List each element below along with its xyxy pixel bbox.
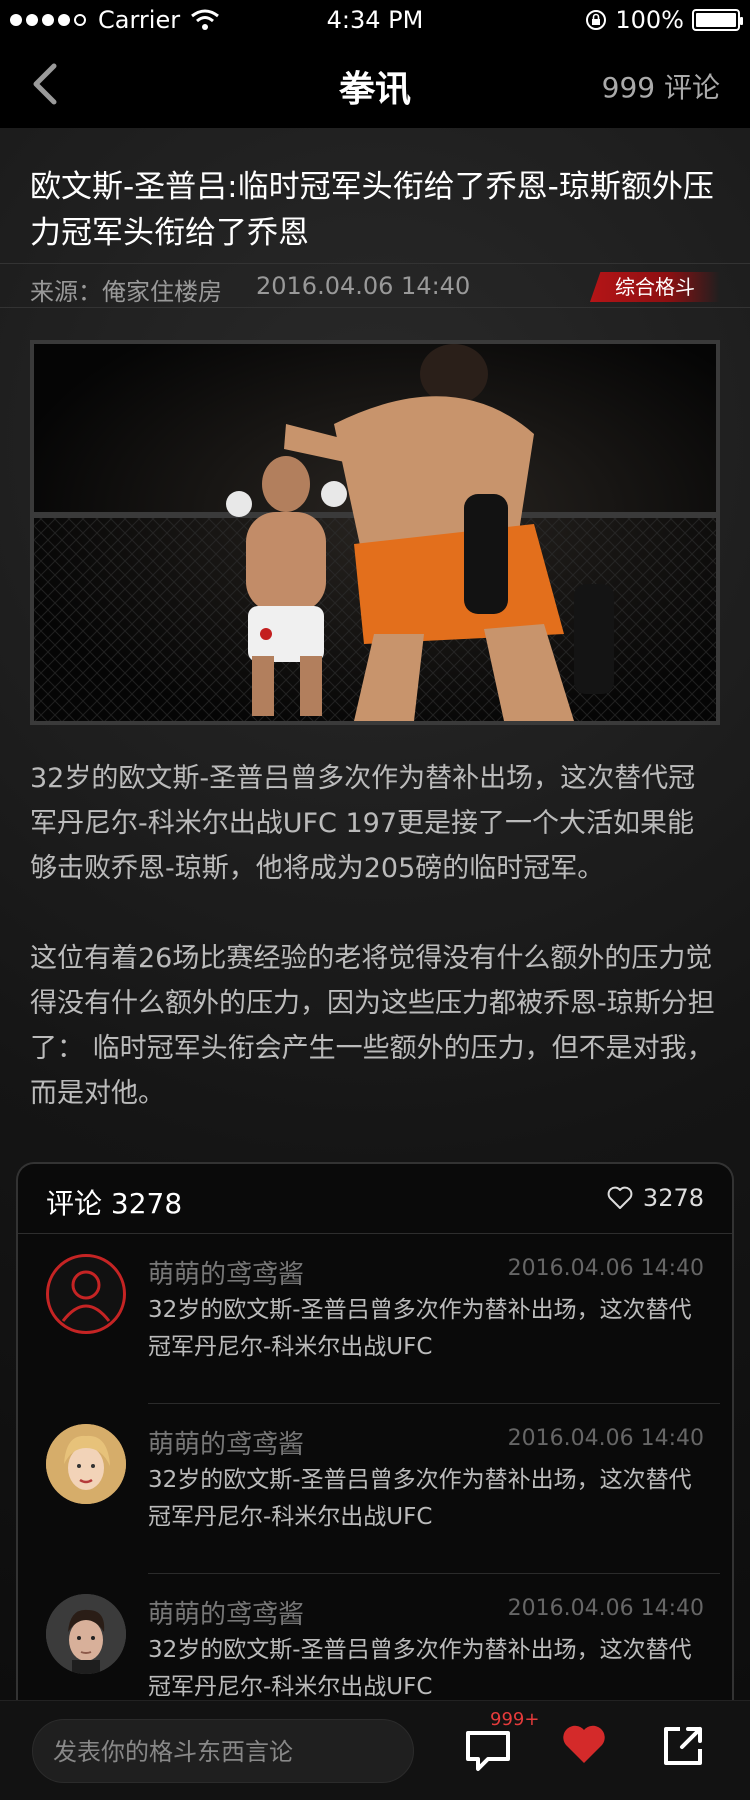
comments-title: 评论 3278 [46, 1187, 183, 1220]
battery-percent: 100% [615, 6, 684, 34]
nav-bar: 拳讯 999 评论 [0, 40, 750, 128]
article-paragraph-2: 这位有着26场比赛经验的老将觉得没有什么额外的压力觉得没有什么额外的压力，因为这… [30, 943, 715, 1109]
comment-author[interactable]: 萌萌的鸢鸢酱 [148, 1424, 304, 1461]
comment-count-link[interactable]: 999 评论 [602, 66, 720, 106]
comment-item[interactable]: 萌萌的鸢鸢酱 2016.04.06 14:40 32岁的欧文斯-圣普吕曾多次作为… [18, 1234, 732, 1404]
article-photo [30, 340, 720, 725]
rotation-lock-icon [586, 10, 607, 30]
comment-author[interactable]: 萌萌的鸢鸢酱 [148, 1594, 304, 1631]
share-icon[interactable] [660, 1723, 706, 1769]
heart-icon[interactable] [560, 1721, 608, 1769]
like-counter[interactable]: 3278 [607, 1184, 704, 1212]
article-meta: 来源：俺家住楼房 2016.04.06 14:40 综合格斗 [0, 263, 750, 308]
default-user-icon[interactable] [46, 1254, 126, 1334]
avatar[interactable] [46, 1594, 126, 1674]
article-date: 2016.04.06 14:40 [256, 272, 471, 300]
comment-item[interactable]: 萌萌的鸢鸢酱 2016.04.06 14:40 32岁的欧文斯-圣普吕曾多次作为… [18, 1404, 732, 1574]
battery-icon [692, 9, 743, 31]
like-count: 3278 [642, 1184, 704, 1212]
article-content: 欧文斯-圣普吕:临时冠军头衔给了乔恩-琼斯额外压力冠军头衔给了乔恩 来源：俺家住… [0, 128, 750, 1722]
comment-date: 2016.04.06 14:40 [507, 1596, 704, 1621]
comment-text: 32岁的欧文斯-圣普吕曾多次作为替补出场，这次替代冠军丹尼尔-科米尔出战UFC [148, 1297, 692, 1360]
comment-bubble-icon[interactable] [462, 1723, 514, 1775]
comment-date: 2016.04.06 14:40 [507, 1426, 704, 1451]
comment-date: 2016.04.06 14:40 [507, 1256, 704, 1281]
article-source: 来源：俺家住楼房 [30, 278, 222, 306]
category-tag[interactable]: 综合格斗 [590, 272, 720, 302]
avatar[interactable] [46, 1424, 126, 1504]
bottom-toolbar: 发表你的格斗东西言论 999+ [0, 1700, 750, 1800]
comments-panel: 评论 3278 3278 萌萌的鸢鸢酱 2016.04.06 14:40 32岁… [16, 1162, 734, 1722]
comment-badge: 999+ [490, 1709, 540, 1730]
comment-input[interactable]: 发表你的格斗东西言论 [32, 1719, 414, 1783]
comment-text: 32岁的欧文斯-圣普吕曾多次作为替补出场，这次替代冠军丹尼尔-科米尔出战UFC [148, 1467, 692, 1530]
heart-outline-icon [607, 1186, 633, 1209]
article-headline: 欧文斯-圣普吕:临时冠军头衔给了乔恩-琼斯额外压力冠军头衔给了乔恩 [30, 169, 714, 251]
comment-author[interactable]: 萌萌的鸢鸢酱 [148, 1254, 304, 1291]
status-right: 100% [585, 6, 743, 34]
status-bar: Carrier 4:34 PM 100% [0, 0, 750, 40]
article-paragraph-1: 32岁的欧文斯-圣普吕曾多次作为替补出场，这次替代冠军丹尼尔-科米尔出战UFC … [30, 763, 696, 884]
comments-header: 评论 3278 3278 [18, 1164, 732, 1234]
comment-text: 32岁的欧文斯-圣普吕曾多次作为替补出场，这次替代冠军丹尼尔-科米尔出战UFC [148, 1637, 692, 1700]
